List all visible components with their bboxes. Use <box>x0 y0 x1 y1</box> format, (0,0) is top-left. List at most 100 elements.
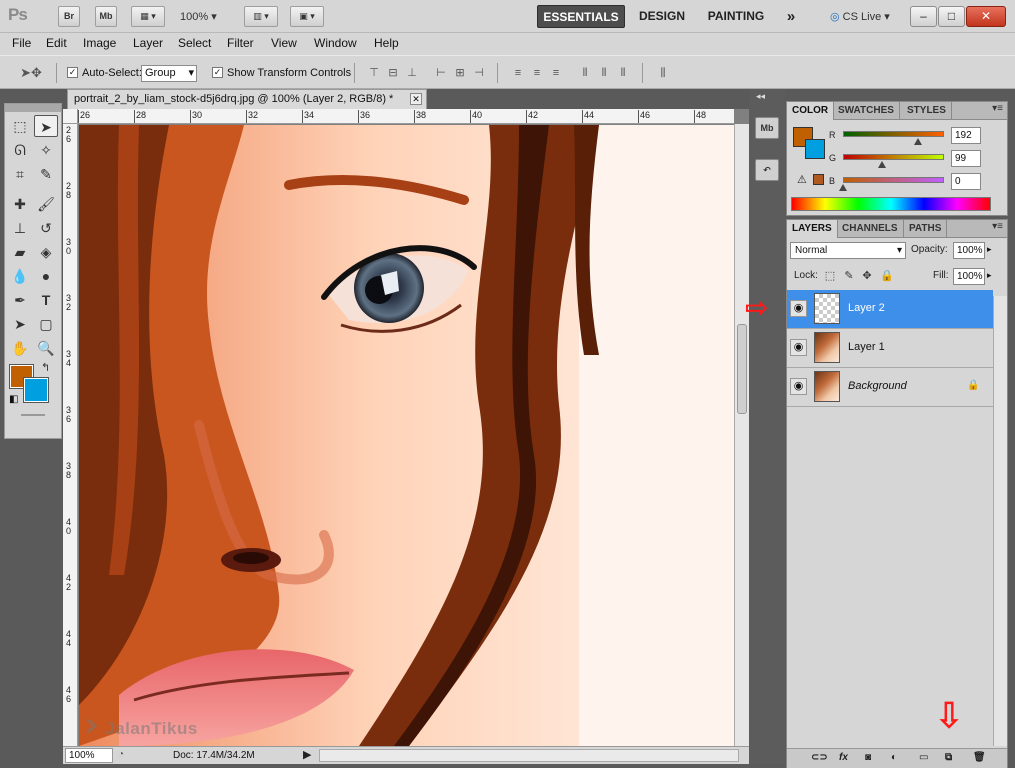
new-layer-icon[interactable]: ⧉ <box>945 752 952 763</box>
path-selection-tool-icon[interactable]: ➤ <box>8 313 32 335</box>
swap-colors-icon[interactable]: ↰ <box>41 361 50 374</box>
blend-mode-dropdown[interactable]: Normal ▾ <box>790 242 906 259</box>
out-of-gamut-warning-icon[interactable]: ⚠ <box>797 173 807 186</box>
visibility-eye-icon[interactable]: ◉ <box>790 378 807 395</box>
tab-color[interactable]: COLOR <box>787 102 835 120</box>
move-tool-icon[interactable]: ➤ <box>34 115 58 137</box>
distribute-vcenter-icon[interactable]: ≡ <box>529 65 545 81</box>
crop-tool-icon[interactable]: ⌗ <box>8 163 32 185</box>
horizontal-scrollbar[interactable] <box>319 749 739 762</box>
paint-bucket-tool-icon[interactable]: ◈ <box>34 241 58 263</box>
distribute-hcenter-icon[interactable]: ⦀ <box>596 65 612 81</box>
distribute-bottom-icon[interactable]: ≡ <box>548 65 564 81</box>
menu-window[interactable]: Window <box>314 36 357 50</box>
distribute-top-icon[interactable]: ≡ <box>510 65 526 81</box>
close-window-button[interactable]: ✕ <box>966 6 1006 27</box>
tab-swatches[interactable]: SWATCHES <box>833 102 900 120</box>
g-slider[interactable] <box>843 154 944 160</box>
layers-scrollbar[interactable] <box>993 296 1007 746</box>
auto-select-checkbox[interactable]: ✓ <box>67 67 78 78</box>
screen-mode-button[interactable]: ▣ ▾ <box>290 6 324 27</box>
zoom-tool-icon[interactable]: 🔍 <box>34 337 58 359</box>
show-transform-checkbox[interactable]: ✓ <box>212 67 223 78</box>
type-tool-icon[interactable]: T <box>34 289 58 311</box>
b-slider[interactable] <box>843 177 944 183</box>
r-slider[interactable] <box>843 131 944 137</box>
auto-align-layers-icon[interactable]: ⫼ <box>655 65 671 81</box>
history-brush-tool-icon[interactable]: ↺ <box>34 217 58 239</box>
lasso-tool-icon[interactable]: ᘏ <box>8 139 32 161</box>
cs-live-button[interactable]: ◎ CS Live ▾ <box>830 10 890 23</box>
r-slider-knob[interactable] <box>914 138 922 145</box>
status-menu-arrow-icon[interactable]: ▶ <box>303 748 311 761</box>
workspace-design[interactable]: DESIGN <box>633 5 691 28</box>
pen-tool-icon[interactable]: ✒ <box>8 289 32 311</box>
clone-stamp-tool-icon[interactable]: ⊥ <box>8 217 32 239</box>
layer-row-layer-2[interactable]: ◉ Layer 2 <box>787 290 993 329</box>
minibridge-panel-icon[interactable]: Mb <box>755 117 779 139</box>
magic-wand-tool-icon[interactable]: ✧ <box>34 139 58 161</box>
vertical-scrollbar[interactable] <box>734 124 749 746</box>
menu-layer[interactable]: Layer <box>133 36 163 50</box>
align-hcenter-icon[interactable]: ⊞ <box>452 65 468 81</box>
default-colors-icon[interactable]: ◧ <box>9 394 18 405</box>
delete-layer-icon[interactable]: 🗑 <box>973 752 986 763</box>
background-color-swatch[interactable] <box>23 377 49 403</box>
g-slider-knob[interactable] <box>878 161 886 168</box>
align-bottom-icon[interactable]: ⊥ <box>404 65 420 81</box>
auto-select-dropdown[interactable]: Group ▾ <box>141 65 197 82</box>
panel-menu-icon[interactable]: ▾≡ <box>992 221 1003 232</box>
menu-edit[interactable]: Edit <box>46 36 67 50</box>
status-zoom-field[interactable]: 100% <box>65 748 113 763</box>
tab-styles[interactable]: STYLES <box>902 102 952 120</box>
dodge-tool-icon[interactable]: ● <box>34 265 58 287</box>
close-document-icon[interactable]: ✕ <box>410 93 422 105</box>
restore-button[interactable]: □ <box>938 6 965 27</box>
visibility-eye-icon[interactable]: ◉ <box>790 300 807 317</box>
more-workspaces-button[interactable]: » <box>780 5 802 28</box>
menu-help[interactable]: Help <box>374 36 399 50</box>
link-layers-icon[interactable]: ⊂⊃ <box>811 752 828 763</box>
opacity-dropdown-icon[interactable]: ▸ <box>987 244 992 255</box>
align-top-icon[interactable]: ⊤ <box>366 65 382 81</box>
status-info-icon[interactable]: ◔ <box>118 749 124 760</box>
lock-transparent-pixels-icon[interactable]: ⬚ <box>824 270 836 282</box>
new-group-icon[interactable]: ▭ <box>919 752 928 763</box>
hand-tool-icon[interactable]: ✋ <box>8 337 32 359</box>
layer-row-layer-1[interactable]: ◉ Layer 1 <box>787 329 993 368</box>
move-tool-preset-icon[interactable]: ➤✥ <box>18 65 44 81</box>
vertical-scroll-thumb[interactable] <box>737 324 747 414</box>
menu-view[interactable]: View <box>271 36 297 50</box>
lock-all-icon[interactable]: 🔒 <box>880 270 894 282</box>
align-left-icon[interactable]: ⊢ <box>433 65 449 81</box>
menu-image[interactable]: Image <box>83 36 116 50</box>
b-slider-knob[interactable] <box>839 184 847 191</box>
tab-paths[interactable]: PATHS <box>904 220 948 238</box>
brush-tool-icon[interactable]: 🖌 <box>34 193 58 215</box>
menu-filter[interactable]: Filter <box>227 36 254 50</box>
eyedropper-tool-icon[interactable]: ✎ <box>34 163 58 185</box>
menu-file[interactable]: File <box>12 36 31 50</box>
collapse-panels-icon[interactable]: ◂◂ <box>756 91 765 102</box>
fx-icon[interactable]: fx <box>839 752 848 763</box>
r-value-field[interactable]: 192 <box>951 127 981 144</box>
minimize-button[interactable]: – <box>910 6 937 27</box>
arrange-documents-button[interactable]: ▥ ▾ <box>244 6 278 27</box>
distribute-right-icon[interactable]: ⦀ <box>615 65 631 81</box>
ruler-origin[interactable] <box>63 109 78 124</box>
g-value-field[interactable]: 99 <box>951 150 981 167</box>
marquee-tool-icon[interactable]: ⬚ <box>8 115 32 137</box>
rectangle-tool-icon[interactable]: ▢ <box>34 313 58 335</box>
tools-panel-header[interactable] <box>5 104 61 112</box>
color-panel-background-swatch[interactable] <box>805 139 825 159</box>
horizontal-ruler[interactable]: 26 28 30 32 34 36 38 40 42 44 46 48 <box>78 109 734 124</box>
panel-menu-icon[interactable]: ▾≡ <box>992 103 1003 114</box>
visibility-eye-icon[interactable]: ◉ <box>790 339 807 356</box>
healing-brush-tool-icon[interactable]: ✚ <box>8 193 32 215</box>
adjustment-layer-icon[interactable]: ◐ <box>891 752 897 763</box>
fill-field[interactable]: 100% <box>953 268 985 285</box>
blur-tool-icon[interactable]: 💧 <box>8 265 32 287</box>
minibridge-button[interactable]: Mb <box>95 6 117 27</box>
color-spectrum-bar[interactable] <box>791 197 991 211</box>
zoom-level-dropdown[interactable]: 100% ▾ <box>180 10 217 23</box>
